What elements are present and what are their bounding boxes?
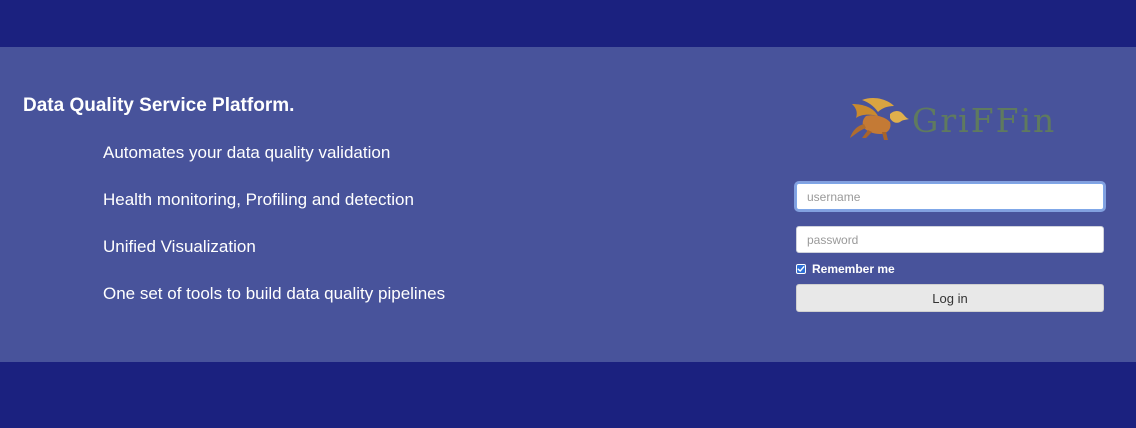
griffin-icon [850, 98, 909, 140]
logo-wordmark: GriFFin [912, 101, 1057, 140]
username-input[interactable] [796, 183, 1104, 210]
feature-item: Unified Visualization [103, 237, 256, 256]
password-input[interactable] [796, 226, 1104, 253]
feature-item: Automates your data quality validation [103, 143, 391, 162]
feature-item: One set of tools to build data quality p… [103, 284, 446, 303]
remember-me-option[interactable]: Remember me [796, 262, 895, 276]
feature-list: Automates your data quality validation H… [103, 142, 445, 330]
login-button[interactable]: Log in [796, 284, 1104, 312]
checkmark-icon [797, 266, 805, 272]
feature-item: Health monitoring, Profiling and detecti… [103, 190, 414, 209]
page-headline: Data Quality Service Platform. [23, 95, 295, 116]
remember-me-label: Remember me [812, 262, 895, 276]
remember-me-checkbox[interactable] [796, 264, 806, 274]
